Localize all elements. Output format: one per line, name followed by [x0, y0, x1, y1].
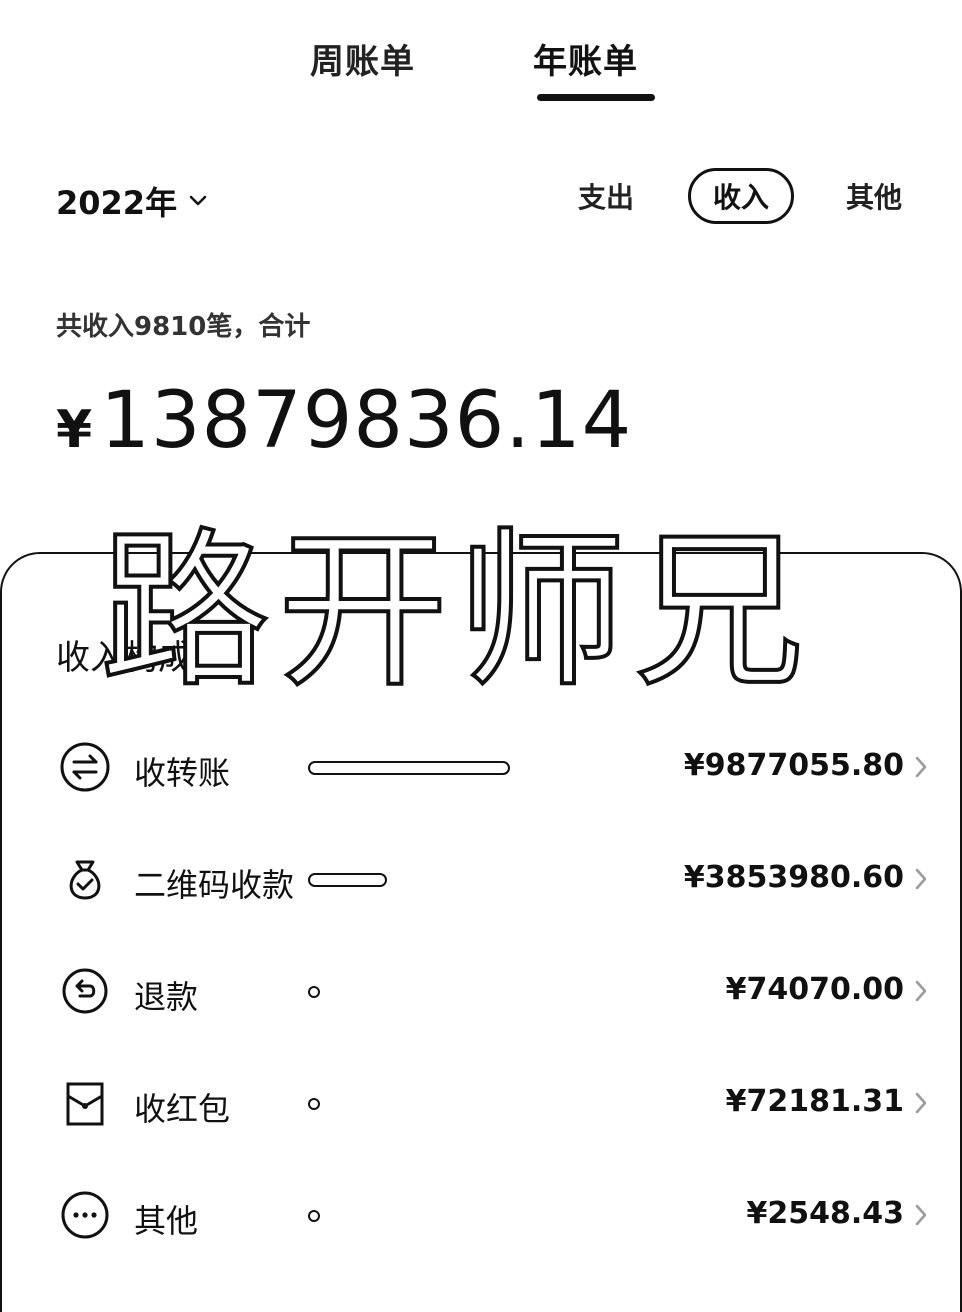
- breakdown-row-transfer[interactable]: 收转账 ¥9877055.80: [0, 728, 962, 808]
- chevron-right-icon: [915, 868, 927, 890]
- breakdown-label: 退款: [134, 978, 199, 1016]
- breakdown-label: 收转账: [134, 754, 231, 792]
- tab-yearly-bill[interactable]: 年账单: [533, 34, 638, 83]
- year-selector[interactable]: 2022年: [56, 178, 207, 224]
- year-label: 2022年: [56, 184, 178, 222]
- proportion-bar: [308, 1098, 320, 1110]
- red-packet-icon: [66, 1082, 104, 1126]
- breakdown-amount: ¥72181.31: [725, 1084, 904, 1119]
- breakdown-label: 其他: [134, 1202, 199, 1240]
- transfer-icon: [60, 742, 110, 792]
- refund-icon: [62, 968, 108, 1014]
- more-icon: [61, 1191, 109, 1239]
- breakdown-label: 收红包: [134, 1090, 231, 1128]
- filter-expense-button[interactable]: 支出: [562, 168, 650, 224]
- filter-income-button[interactable]: 收入: [688, 168, 794, 224]
- chevron-right-icon: [915, 980, 927, 1002]
- tab-weekly-bill[interactable]: 周账单: [310, 34, 415, 83]
- breakdown-row-refund[interactable]: 退款 ¥74070.00: [0, 952, 962, 1032]
- currency-symbol: ¥: [56, 400, 93, 460]
- card-title: 收入构成: [56, 638, 192, 678]
- income-summary-text: 共收入9810笔，合计: [56, 312, 311, 342]
- proportion-bar: [308, 986, 320, 998]
- proportion-bar: [308, 873, 387, 887]
- breakdown-label: 二维码收款: [134, 866, 295, 904]
- filter-other-button[interactable]: 其他: [830, 168, 918, 224]
- breakdown-row-qrcode[interactable]: 二维码收款 ¥3853980.60: [0, 840, 962, 920]
- proportion-bar: [308, 1210, 320, 1222]
- income-total: ¥ 13879836.14: [56, 376, 632, 466]
- chevron-right-icon: [915, 756, 927, 778]
- breakdown-amount: ¥2548.43: [746, 1196, 904, 1231]
- chevron-right-icon: [915, 1092, 927, 1114]
- breakdown-amount: ¥9877055.80: [683, 748, 904, 783]
- chevron-right-icon: [915, 1204, 927, 1226]
- active-tab-indicator: [537, 94, 655, 101]
- money-bag-icon: [69, 860, 101, 900]
- breakdown-amount: ¥74070.00: [725, 972, 904, 1007]
- proportion-bar: [308, 761, 510, 775]
- breakdown-row-red-packet[interactable]: 收红包 ¥72181.31: [0, 1064, 962, 1144]
- breakdown-row-other[interactable]: 其他 ¥2548.43: [0, 1176, 962, 1256]
- breakdown-amount: ¥3853980.60: [683, 860, 904, 895]
- income-total-amount: 13879836.14: [100, 376, 633, 466]
- chevron-down-icon: [189, 195, 207, 206]
- bill-tabs: 周账单 年账单: [0, 34, 962, 114]
